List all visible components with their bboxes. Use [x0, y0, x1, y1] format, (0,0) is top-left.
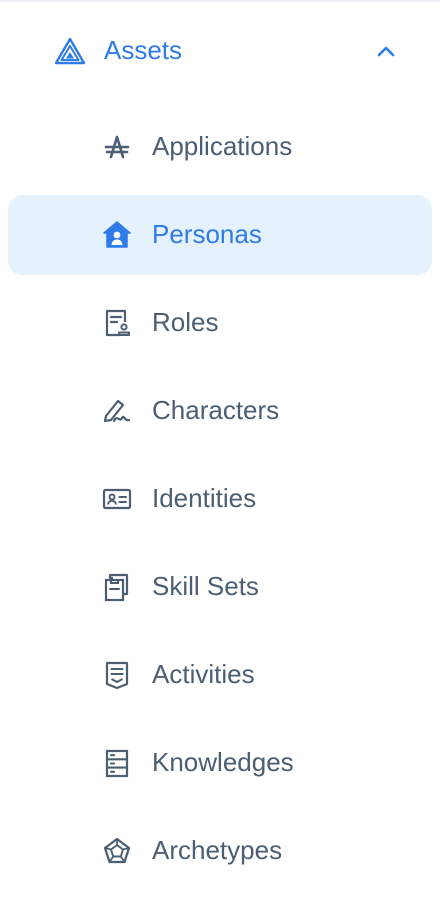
sidebar-item-personas[interactable]: Personas [8, 195, 432, 275]
app-store-icon [102, 132, 132, 162]
sidebar-item-label: Identities [152, 483, 257, 513]
server-list-icon [102, 748, 132, 778]
sidebar-item-label: Applications [152, 131, 293, 161]
chevron-up-icon[interactable] [374, 40, 398, 62]
section-title: Assets [104, 35, 183, 65]
sidebar-item-identities[interactable]: Identities [8, 459, 432, 539]
document-list-icon [102, 660, 132, 690]
sidebar-item-roles[interactable]: Roles [8, 283, 432, 363]
id-card-icon [102, 484, 132, 514]
sidebar-item-label: Roles [152, 307, 219, 337]
signature-pen-icon [102, 396, 132, 426]
sidebar-item-label: Activities [152, 659, 255, 689]
sidebar-item-skill-sets[interactable]: Skill Sets [8, 547, 432, 627]
home-user-icon [102, 220, 132, 250]
pentagon-web-icon [102, 836, 132, 866]
section-header-assets[interactable]: Assets [0, 18, 440, 84]
sidebar-item-activities[interactable]: Activities [8, 635, 432, 715]
sidebar-item-applications[interactable]: Applications [8, 107, 432, 187]
sidebar-item-characters[interactable]: Characters [8, 371, 432, 451]
sidebar-item-label: Knowledges [152, 747, 294, 777]
sidebar-item-label: Skill Sets [152, 571, 259, 601]
sidebar-item-knowledges[interactable]: Knowledges [8, 723, 432, 803]
clipboard-copy-icon [102, 572, 132, 602]
triangle-layers-icon [54, 37, 86, 65]
sidebar-item-label: Personas [152, 219, 262, 249]
top-divider [0, 0, 440, 2]
sidebar-item-label: Archetypes [152, 835, 283, 865]
sidebar-item-archetypes[interactable]: Archetypes [8, 811, 432, 891]
badge-document-icon [102, 308, 132, 338]
sidebar-item-label: Characters [152, 395, 280, 425]
